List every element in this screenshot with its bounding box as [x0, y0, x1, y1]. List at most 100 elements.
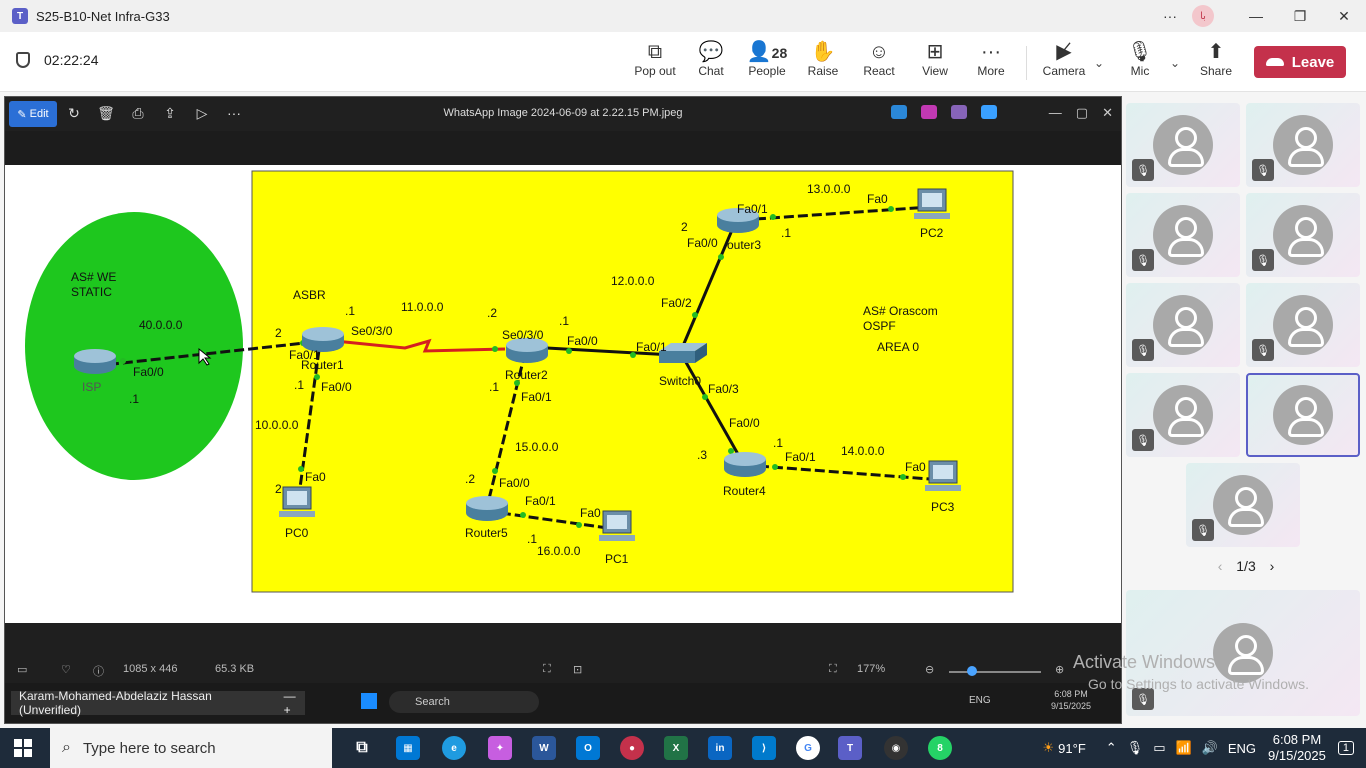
participant-tile[interactable]: 🎙 — [1246, 283, 1360, 367]
avatar[interactable]: ﺑﺎ — [1192, 5, 1214, 27]
prev-page-icon[interactable]: ‹ — [1218, 558, 1223, 574]
more-button[interactable]: ··· More — [963, 40, 1019, 88]
leave-button[interactable]: Leave — [1254, 46, 1346, 78]
camera-button[interactable]: ▶̸ Camera — [1036, 40, 1092, 88]
react-button[interactable]: ☺ React — [851, 40, 907, 88]
store-icon[interactable]: ▦ — [396, 736, 420, 760]
next-page-icon[interactable]: › — [1270, 558, 1275, 574]
avatar-icon — [1153, 385, 1213, 445]
viewer-minimize-button[interactable]: — — [1049, 105, 1062, 121]
network-11-label: 11.0.0.0 — [401, 300, 444, 314]
viewer-maximize-button[interactable]: ▢ — [1076, 105, 1088, 121]
favorite-icon[interactable]: ♡ — [61, 663, 71, 676]
share-button[interactable]: ⬆ Share — [1188, 40, 1244, 88]
more-label: More — [977, 64, 1005, 78]
start-button[interactable] — [14, 739, 32, 757]
mic-chevron-icon[interactable]: ⌄ — [1170, 56, 1180, 70]
participant-tile[interactable]: 🎙 — [1126, 373, 1240, 457]
app-icon-purple[interactable] — [950, 105, 967, 119]
language-indicator[interactable]: ENG — [1228, 741, 1256, 756]
participant-tile-selected[interactable] — [1246, 373, 1360, 457]
mic-button[interactable]: 🎙 Mic — [1112, 40, 1168, 88]
share-icon: ⬆ — [1207, 41, 1225, 63]
edge-icon[interactable]: e — [442, 736, 466, 760]
chrome-icon[interactable]: G — [796, 736, 820, 760]
zoom-in-icon[interactable]: ⊕ — [1055, 663, 1064, 676]
zoom-out-icon[interactable]: ⊖ — [925, 663, 934, 676]
battery-icon[interactable]: ▭ — [1153, 740, 1165, 756]
linkedin-icon[interactable]: in — [708, 736, 732, 760]
taskbar-search[interactable]: ⌕ Type here to search — [50, 728, 332, 768]
word-icon[interactable]: W — [532, 736, 556, 760]
teams-taskbar-icon[interactable]: T — [838, 736, 862, 760]
app-icon-pink[interactable] — [920, 105, 937, 119]
notification-count: 1 — [1342, 742, 1349, 754]
pc1-label: PC1 — [605, 552, 629, 566]
chat-button[interactable]: 💬 Chat — [683, 40, 739, 88]
maximize-button[interactable]: ❐ — [1278, 8, 1322, 25]
mic-label: Mic — [1130, 64, 1150, 78]
zoom-slider-thumb[interactable] — [967, 666, 977, 676]
info-icon[interactable]: ⓘ — [93, 663, 104, 679]
participant-tile[interactable]: 🎙 — [1126, 103, 1240, 187]
router4-label: Router4 — [723, 484, 766, 498]
minimize-button[interactable]: — — [1234, 8, 1278, 24]
participant-tile[interactable]: 🎙 — [1186, 463, 1300, 547]
r1-fa00-ip-label: .1 — [294, 378, 304, 392]
participant-tile[interactable]: 🎙 — [1126, 193, 1240, 277]
whatsapp-icon[interactable]: 8 — [928, 736, 952, 760]
zoom-slider[interactable] — [949, 671, 1041, 673]
more-options-icon[interactable]: ··· — [1148, 8, 1192, 24]
presenter-taskbar: Karam-Mohamed-Abdelaziz Hassan (Unverifi… — [5, 683, 1121, 723]
viewer-close-button[interactable]: ✕ — [1102, 105, 1113, 121]
mic-muted-icon: 🎙 — [1132, 429, 1154, 451]
speaker-icon[interactable]: 🔊 — [1202, 740, 1218, 756]
close-button[interactable]: ✕ — [1322, 8, 1366, 25]
obs-icon[interactable]: ◉ — [884, 736, 908, 760]
participant-tile[interactable]: 🎙 — [1126, 283, 1240, 367]
participant-tile[interactable]: 🎙 — [1246, 103, 1360, 187]
fit-icon[interactable]: ⛶ — [543, 663, 551, 676]
pc0-ip-label: 2 — [275, 482, 282, 496]
app-icon-blue[interactable] — [890, 105, 907, 119]
weather-icon[interactable]: ☀ — [1043, 740, 1055, 756]
camera-chevron-icon[interactable]: ⌄ — [1094, 56, 1104, 70]
copilot-icon[interactable]: ✦ — [488, 736, 512, 760]
r3-fa00-label: Fa0/0 — [687, 236, 718, 250]
task-view-icon[interactable]: ⧉ — [350, 736, 374, 760]
compare-icon[interactable]: ⊡ — [573, 663, 582, 676]
view-button[interactable]: ⊞ View — [907, 40, 963, 88]
inner-search-box[interactable]: Search — [389, 691, 539, 713]
zoom-level[interactable]: 177% — [857, 663, 885, 675]
weather-text[interactable]: 91°F — [1058, 741, 1086, 756]
mic-muted-icon: 🎙 — [1192, 519, 1214, 541]
outlook-icon[interactable]: O — [576, 736, 600, 760]
toolbar-divider — [1026, 46, 1027, 80]
notification-icon[interactable]: 1 — [1337, 741, 1354, 755]
r1-se030-label: Se0/3/0 — [351, 324, 393, 338]
add-icon[interactable]: — + — [284, 689, 305, 717]
app-icon-cloud[interactable] — [980, 105, 997, 119]
clock[interactable]: 6:08 PM 9/15/2025 — [1268, 732, 1326, 764]
leave-label: Leave — [1291, 53, 1335, 71]
participant-tile[interactable]: 🎙 — [1246, 193, 1360, 277]
vscode-icon[interactable]: ⟩ — [752, 736, 776, 760]
activation-watermark: Activate Windows — [1073, 652, 1216, 672]
network-13-label: 13.0.0.0 — [807, 182, 851, 196]
fullscreen-icon[interactable]: ⛶ — [829, 663, 837, 676]
excel-icon[interactable]: X — [664, 736, 688, 760]
app-icon[interactable]: ● — [620, 736, 644, 760]
filmstrip-icon[interactable]: ▭ — [17, 663, 27, 676]
shared-screen: ✎ Edit ↻ 🗑 ⎙ ⇪ ▷ ··· WhatsApp Image 2024… — [4, 96, 1122, 724]
photo-viewer-toolbar: ✎ Edit ↻ 🗑 ⎙ ⇪ ▷ ··· WhatsApp Image 2024… — [5, 97, 1121, 131]
tray-chevron-icon[interactable]: ⌃ — [1106, 740, 1117, 756]
raise-button[interactable]: ✋ Raise — [795, 40, 851, 88]
react-label: React — [863, 64, 895, 78]
popout-button[interactable]: ⧉ Pop out — [627, 40, 683, 88]
router5-label: Router5 — [465, 526, 508, 540]
wifi-icon[interactable]: 📶 — [1175, 740, 1191, 756]
people-count: 28 — [771, 45, 788, 61]
mic-tray-icon[interactable]: 🎙 — [1127, 740, 1144, 756]
inner-start-icon[interactable] — [361, 693, 377, 709]
people-button[interactable]: 👤28 People — [739, 40, 795, 88]
